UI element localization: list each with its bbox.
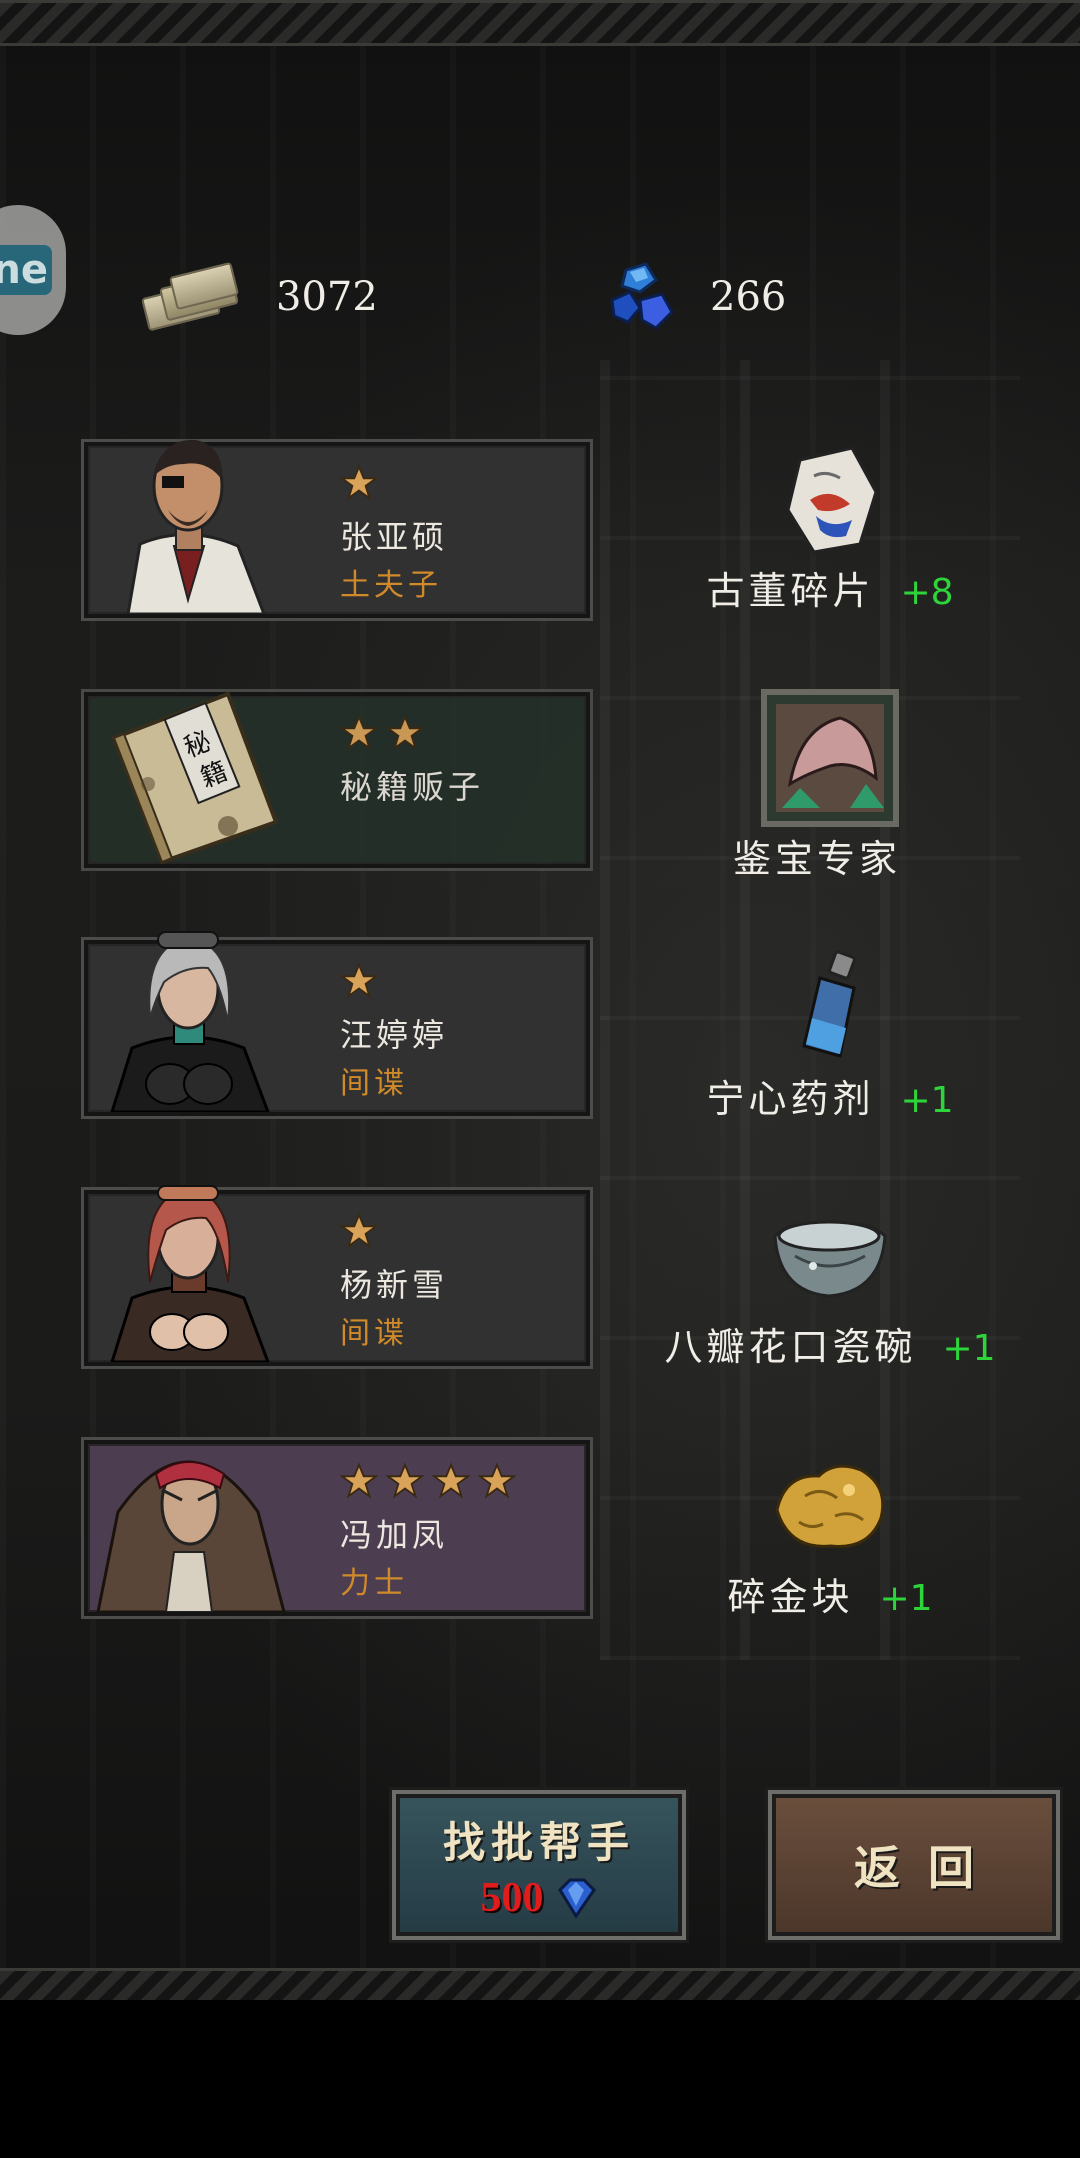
roster-card-1[interactable]: 张亚硕 土夫子	[84, 439, 590, 618]
reward-label: 宁心药剂	[706, 1077, 875, 1121]
reward-item-4: 八瓣花口瓷碗 +1	[620, 1196, 1040, 1371]
character-title: 间谍	[340, 1066, 408, 1101]
antique-fragment-icon	[786, 446, 878, 554]
star-icon	[478, 1462, 516, 1499]
roster-card-3[interactable]: 汪婷婷 间谍	[84, 931, 590, 1116]
appraisal-expert-card-icon	[761, 689, 899, 827]
gold-nugget-icon	[775, 1464, 885, 1548]
reward-label: 古董碎片	[706, 569, 875, 613]
character-name: 秘籍贩子	[340, 768, 485, 806]
character-name: 汪婷婷	[340, 1016, 449, 1054]
reward-amount: +8	[900, 572, 954, 613]
star-rating	[340, 1212, 378, 1250]
find-helper-button[interactable]: 找批帮手 500	[392, 1790, 686, 1940]
cash-counter: 3072	[138, 261, 378, 332]
reward-item-2: 鉴宝专家	[620, 688, 1040, 883]
gem-cost-icon	[557, 1878, 596, 1919]
reward-amount: +1	[942, 1328, 996, 1369]
top-border	[0, 0, 1080, 46]
star-icon	[386, 714, 424, 751]
eyepatch-man-portrait-icon	[88, 424, 288, 614]
reward-amount: +1	[879, 1578, 933, 1619]
reward-label: 鉴宝专家	[732, 837, 901, 881]
star-icon	[432, 1462, 470, 1499]
reward-amount: +1	[900, 1080, 954, 1121]
character-name: 杨新雪	[340, 1266, 449, 1304]
find-helper-label: 找批帮手	[442, 1817, 635, 1867]
reward-label: 八瓣花口瓷碗	[664, 1325, 917, 1369]
side-logo-icon: ne	[0, 245, 52, 295]
reward-item-5: 碎金块 +1	[620, 1446, 1040, 1621]
hooded-man-portrait-icon	[88, 1422, 288, 1612]
roster-card-5[interactable]: 冯加凤 力士	[84, 1440, 590, 1616]
reward-label: 碎金块	[727, 1575, 854, 1619]
bottom-bar	[0, 2000, 1080, 2158]
blue-gems-icon	[610, 262, 674, 330]
spy-woman-portrait-icon	[88, 922, 288, 1112]
cash-stack-icon	[138, 261, 242, 332]
back-label: 返回	[854, 1841, 1002, 1895]
star-rating	[340, 962, 378, 1000]
star-icon	[340, 1212, 378, 1249]
cash-value: 3072	[276, 274, 378, 320]
roster-card-4[interactable]: 杨新雪 间谍	[84, 1185, 590, 1366]
star-icon	[340, 714, 378, 751]
reward-item-1: 古董碎片 +8	[620, 440, 1040, 615]
star-icon	[386, 1462, 424, 1499]
character-name: 张亚硕	[340, 518, 449, 556]
secret-book-icon: 秘 籍	[88, 674, 288, 864]
star-icon	[340, 962, 378, 999]
character-title: 力士	[340, 1566, 408, 1601]
gem-value: 266	[710, 274, 787, 320]
floating-side-button[interactable]: ne	[0, 205, 66, 335]
helper-cost: 500	[481, 1874, 598, 1922]
character-name: 冯加凤	[340, 1516, 449, 1554]
character-title: 土夫子	[340, 568, 442, 603]
back-button[interactable]: 返回	[768, 1790, 1060, 1940]
star-rating	[340, 1462, 516, 1500]
star-icon	[340, 1462, 378, 1499]
porcelain-bowl-icon	[773, 1220, 887, 1298]
helper-cost-value: 500	[480, 1874, 544, 1921]
star-icon	[340, 464, 378, 501]
roster-card-2[interactable]: 秘 籍 秘籍贩子	[84, 691, 590, 868]
star-rating	[340, 464, 378, 502]
character-title: 间谍	[340, 1316, 408, 1351]
gem-counter: 266	[606, 262, 786, 332]
reward-item-3: 宁心药剂 +1	[620, 948, 1040, 1123]
spy-woman-redhair-portrait-icon	[88, 1172, 288, 1362]
potion-bottle-icon	[802, 950, 856, 1058]
star-rating	[340, 714, 424, 752]
